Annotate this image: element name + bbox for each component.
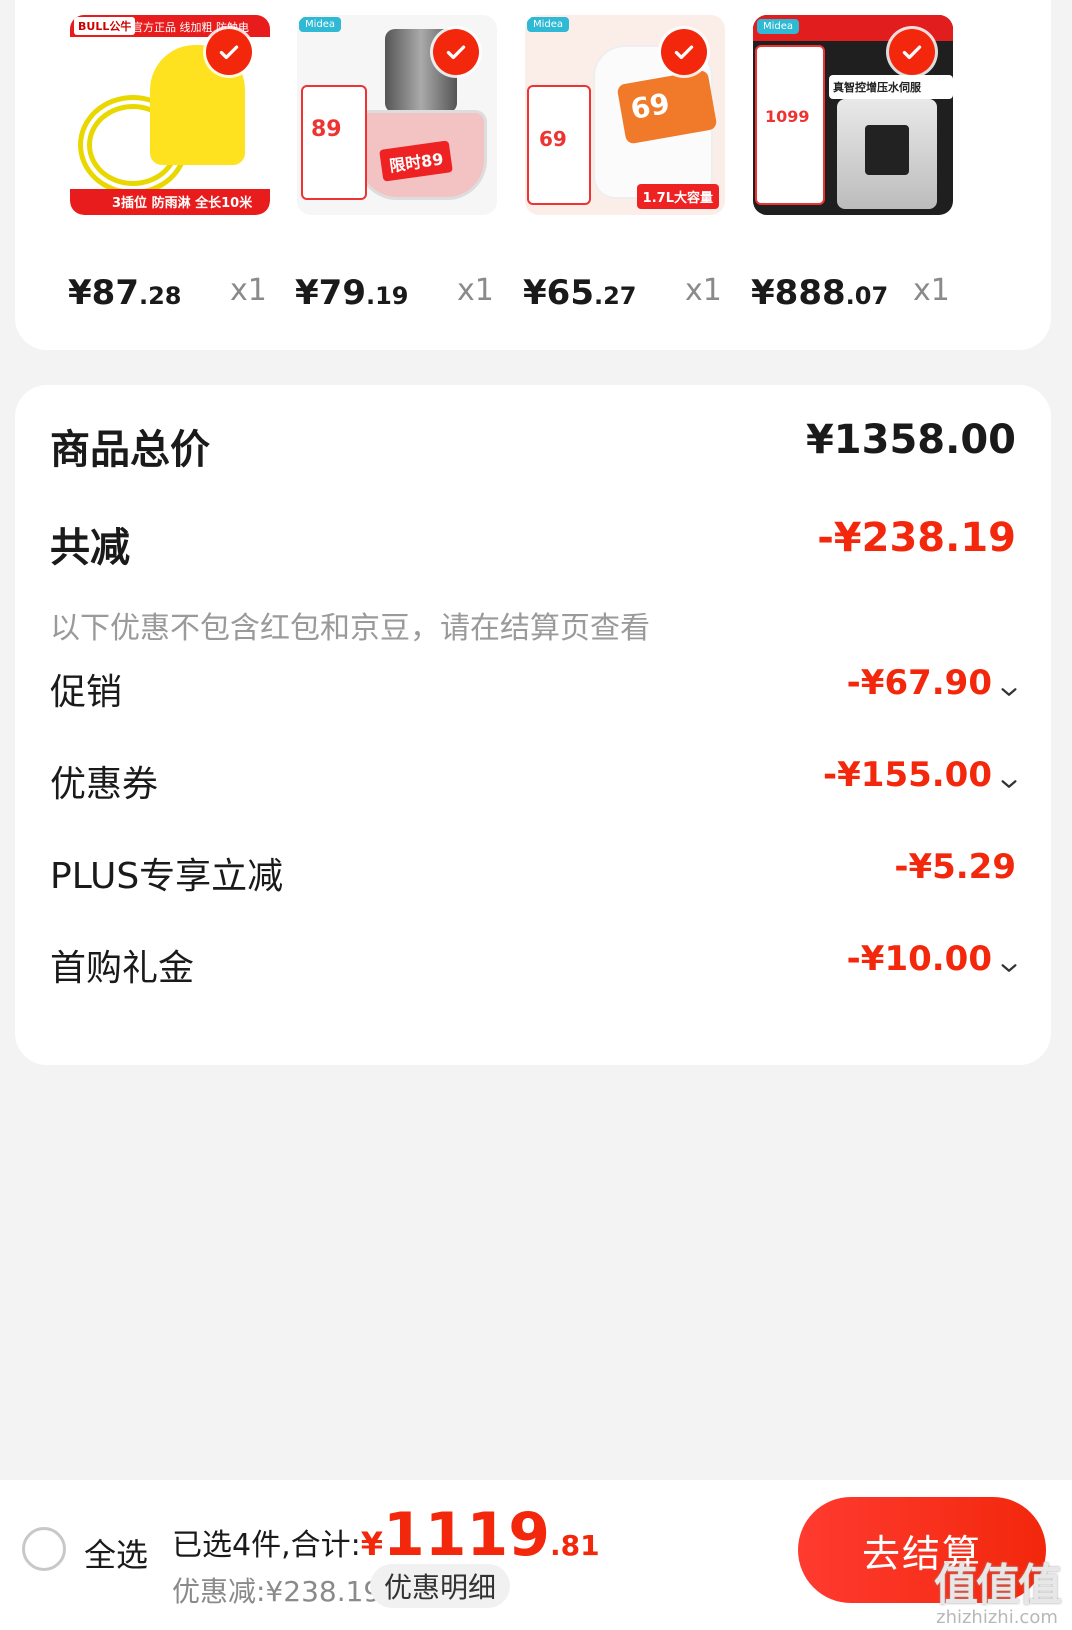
display-graphic	[865, 125, 909, 175]
brand-label: Midea	[527, 17, 570, 32]
total-price-value: ¥1358.00	[805, 417, 1016, 463]
total-discount-value: -¥238.19	[817, 515, 1016, 561]
price-tag-graphic: 1099	[755, 45, 825, 205]
checkout-bar: 全选 已选4件,合计:¥1119.81 优惠减:¥238.19 优惠明细 去结算…	[0, 1480, 1072, 1630]
total-price-label: 商品总价	[50, 427, 210, 473]
promo-text: 真智控增压水伺服	[829, 75, 953, 99]
product-price: ¥87.28	[68, 273, 182, 313]
select-all-label[interactable]: 全选	[84, 1530, 148, 1576]
watermark-logo: 值值值	[934, 1560, 1062, 1611]
discount-value[interactable]: -¥155.00	[823, 755, 1017, 795]
checkmark-icon[interactable]	[889, 29, 935, 75]
discount-label: 优惠券	[50, 764, 159, 805]
product-thumbnail[interactable]: Midea 1099 真智控增压水伺服	[753, 15, 953, 215]
discount-value: -¥5.29	[894, 847, 1016, 887]
selected-products-card: BULL公牛 官方正品 线加粗 防触电 3插位 防雨淋 全长10米 ¥87.28…	[15, 0, 1051, 350]
product-price: ¥65.27	[523, 273, 637, 313]
product-thumbnail[interactable]: Midea 89 限时89	[297, 15, 497, 215]
price-tag-graphic: 69	[527, 85, 591, 205]
product-price: ¥79.19	[295, 273, 409, 313]
product-quantity: x1	[230, 273, 267, 308]
brand-label: BULL公牛	[74, 17, 136, 35]
checkmark-icon[interactable]	[206, 29, 252, 75]
brand-label: Midea	[299, 17, 342, 32]
select-all-radio[interactable]	[22, 1527, 66, 1571]
chevron-down-icon[interactable]	[998, 764, 1020, 788]
discount-note: 以下优惠不包含红包和京豆，请在结算页查看	[50, 611, 650, 646]
discount-label: 首购礼金	[50, 948, 195, 989]
product-thumbnail[interactable]: Midea 69 69 1.7L大容量	[525, 15, 725, 215]
product-thumbnail[interactable]: BULL公牛 官方正品 线加粗 防触电 3插位 防雨淋 全长10米	[70, 15, 270, 215]
brand-label: Midea	[757, 19, 800, 34]
watermark-url: zhizhizhi.com	[936, 1607, 1058, 1628]
discount-label: PLUS专享立减	[50, 856, 284, 897]
capacity-label: 1.7L大容量	[636, 184, 719, 209]
watermark: 值值值 zhizhizhi.com	[934, 1549, 1062, 1628]
selected-total: 已选4件,合计:¥1119.81	[172, 1500, 600, 1570]
price-summary-card: 商品总价 ¥1358.00 共减 -¥238.19 以下优惠不包含红包和京豆，请…	[15, 385, 1051, 1065]
discount-detail-button[interactable]: 优惠明细	[370, 1564, 510, 1608]
checkmark-icon[interactable]	[661, 29, 707, 75]
discount-summary: 优惠减:¥238.19	[172, 1575, 382, 1608]
total-discount-label: 共减	[50, 525, 130, 571]
currency-symbol: ¥	[360, 1525, 383, 1563]
price-tag-graphic: 89	[301, 85, 367, 200]
chevron-down-icon[interactable]	[998, 672, 1020, 696]
promo-text: 3插位 防雨淋 全长10米	[112, 196, 253, 211]
discount-value[interactable]: -¥10.00	[847, 939, 1017, 979]
checkmark-icon[interactable]	[433, 29, 479, 75]
total-amount-int: 1119	[383, 1500, 550, 1570]
discount-value[interactable]: -¥67.90	[847, 663, 1017, 703]
product-price: ¥888.07	[751, 273, 889, 313]
product-quantity: x1	[457, 273, 494, 308]
chevron-down-icon[interactable]	[998, 948, 1020, 972]
discount-label: 促销	[50, 672, 123, 713]
product-quantity: x1	[913, 273, 950, 308]
product-quantity: x1	[685, 273, 722, 308]
selected-count-text: 已选4件,合计:	[172, 1528, 361, 1563]
total-amount-dec: .81	[550, 1529, 600, 1562]
